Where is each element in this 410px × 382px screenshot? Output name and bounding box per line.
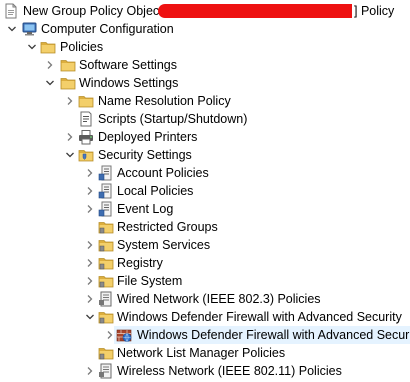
tree-node-computer-configuration[interactable]: Computer Configuration <box>0 20 410 38</box>
tree-node-local-policies[interactable]: Local Policies <box>0 182 410 200</box>
tree-node-restricted-groups[interactable]: Restricted Groups <box>0 218 410 236</box>
expand-chevron-icon[interactable] <box>104 329 116 341</box>
tree-node-label: Windows Defender Firewall with Advanced … <box>137 328 410 342</box>
tree-node-label: Network List Manager Policies <box>117 346 286 360</box>
network-policy-icon <box>98 291 114 307</box>
tree-node-security-settings[interactable]: Security Settings <box>0 146 410 164</box>
tree-node-label: Registry <box>117 256 163 270</box>
tree-node-label: Restricted Groups <box>117 220 218 234</box>
tree-node-label: Account Policies <box>117 166 209 180</box>
firewall-icon <box>116 327 132 343</box>
tree-node-scripts-startup-shutdown[interactable]: Scripts (Startup/Shutdown) <box>0 110 410 128</box>
tree-node-policies[interactable]: Policies <box>0 38 410 56</box>
tree-node-label: Security Settings <box>98 148 192 162</box>
tree-node-name-resolution-policy[interactable]: Name Resolution Policy <box>0 92 410 110</box>
expand-chevron-icon[interactable] <box>84 275 96 287</box>
tree-node-wireless-network-ieee-802-11-policies[interactable]: Wireless Network (IEEE 802.11) Policies <box>0 362 410 380</box>
expand-chevron-icon[interactable] <box>84 239 96 251</box>
collapse-chevron-icon[interactable] <box>26 41 38 53</box>
collapse-chevron-icon[interactable] <box>64 149 76 161</box>
tree-node-system-services[interactable]: System Services <box>0 236 410 254</box>
tree-node-label: Name Resolution Policy <box>98 94 231 108</box>
shield-folder-icon <box>98 309 114 325</box>
folder-icon <box>60 57 76 73</box>
shield-folder-icon <box>98 273 114 289</box>
tree-node-account-policies[interactable]: Account Policies <box>0 164 410 182</box>
tree-node-software-settings[interactable]: Software Settings <box>0 56 410 74</box>
tree-node-registry[interactable]: Registry <box>0 254 410 272</box>
expand-chevron-icon[interactable] <box>84 293 96 305</box>
computer-icon <box>22 21 38 37</box>
tree-node-deployed-printers[interactable]: Deployed Printers <box>0 128 410 146</box>
gpo-title-prefix: New Group Policy Object [ <box>23 4 170 18</box>
shield-folder-icon <box>98 345 114 361</box>
gpo-document-icon <box>3 3 19 19</box>
tree-node-windows-defender-firewall-with-advanced-security[interactable]: Windows Defender Firewall with Advanced … <box>0 308 410 326</box>
expand-chevron-icon[interactable] <box>64 95 76 107</box>
tree-node-network-list-manager-policies[interactable]: Network List Manager Policies <box>0 344 410 362</box>
shield-folder-icon <box>98 219 114 235</box>
collapse-chevron-icon[interactable] <box>44 77 56 89</box>
policy-icon <box>98 183 114 199</box>
tree-node-label: Local Policies <box>117 184 194 198</box>
gpo-title-suffix: ] Policy <box>352 3 395 19</box>
tree-node-windows-defender-firewall-with-advanced-security-snapin[interactable]: Windows Defender Firewall with Advanced … <box>0 326 410 344</box>
folder-icon <box>78 93 94 109</box>
tree-node-label: Windows Defender Firewall with Advanced … <box>117 310 402 324</box>
tree-node-wired-network-ieee-802-3-policies[interactable]: Wired Network (IEEE 802.3) Policies <box>0 290 410 308</box>
folder-icon <box>60 75 76 91</box>
tree-node-file-system[interactable]: File System <box>0 272 410 290</box>
policy-icon <box>98 165 114 181</box>
script-icon <box>78 111 94 127</box>
policy-icon <box>98 201 114 217</box>
tree-node-label: Event Log <box>117 202 174 216</box>
tree-node-label: Software Settings <box>79 58 177 72</box>
tree-node-label: Scripts (Startup/Shutdown) <box>98 112 248 126</box>
tree-node-label: Wireless Network (IEEE 802.11) Policies <box>117 364 342 378</box>
network-policy-icon <box>98 363 114 379</box>
tree-node-event-log[interactable]: Event Log <box>0 200 410 218</box>
security-icon <box>78 147 94 163</box>
tree-node-windows-settings[interactable]: Windows Settings <box>0 74 410 92</box>
expand-chevron-icon[interactable] <box>64 131 76 143</box>
tree-node-label: Computer Configuration <box>41 22 174 36</box>
printer-icon <box>78 129 94 145</box>
expand-chevron-icon[interactable] <box>84 203 96 215</box>
redacted-gpo-name <box>158 4 360 18</box>
expand-chevron-icon[interactable] <box>84 167 96 179</box>
expand-chevron-icon[interactable] <box>44 59 56 71</box>
shield-folder-icon <box>98 237 114 253</box>
expand-chevron-icon[interactable] <box>84 365 96 377</box>
tree-node-label: Policies <box>60 40 104 54</box>
collapse-chevron-icon[interactable] <box>6 23 18 35</box>
folder-icon <box>40 39 56 55</box>
tree-node-label: System Services <box>117 238 211 252</box>
shield-folder-icon <box>98 255 114 271</box>
tree-node-label: Windows Settings <box>79 76 179 90</box>
collapse-chevron-icon[interactable] <box>84 311 96 323</box>
expand-chevron-icon[interactable] <box>84 185 96 197</box>
tree-node-label: File System <box>117 274 183 288</box>
title-row: New Group Policy Object [ ] Policy <box>0 2 410 20</box>
tree-node-label: Deployed Printers <box>98 130 198 144</box>
tree-node-label: Wired Network (IEEE 802.3) Policies <box>117 292 321 306</box>
expand-chevron-icon[interactable] <box>84 257 96 269</box>
